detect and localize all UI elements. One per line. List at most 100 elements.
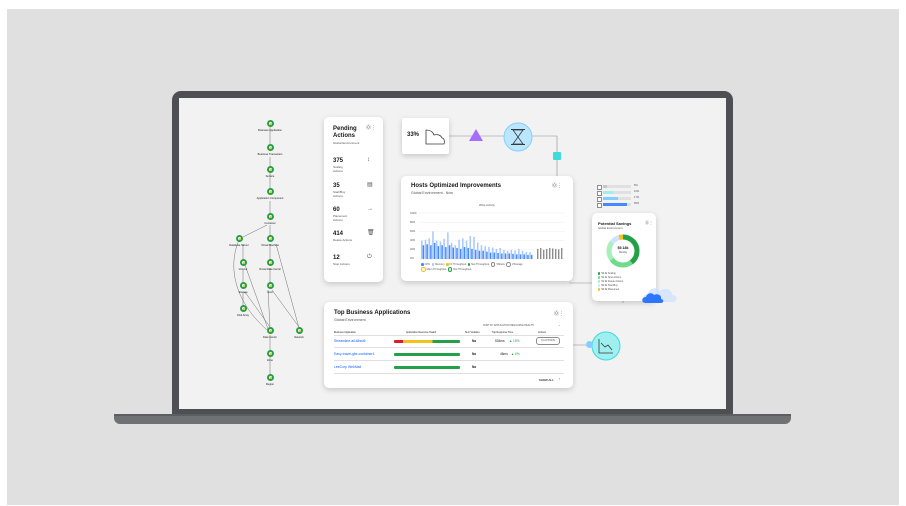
chart-bar	[458, 239, 460, 259]
chart-bar	[435, 240, 438, 259]
laptop-base	[114, 416, 791, 424]
hosts-bar-chart	[419, 212, 565, 260]
show-all-link[interactable]: SHOW ALL	[539, 378, 554, 382]
chart-bar	[510, 249, 513, 259]
chart-bar	[428, 238, 430, 259]
response-time: 534ms	[495, 339, 505, 343]
hosts-optimized-card: Hosts Optimized Improvements Global Envi…	[401, 176, 573, 281]
savings-legend-item: $0.9k Start/Buy	[598, 284, 618, 287]
chart-bar	[474, 249, 477, 259]
chart-bar-baseline	[540, 247, 542, 259]
connector-square	[553, 152, 561, 160]
column-header: Business Application	[334, 331, 356, 334]
chart-bar	[467, 247, 469, 259]
chart-bar	[512, 253, 514, 259]
chart-bar	[504, 253, 507, 259]
chart-bar	[516, 254, 518, 259]
savings-mini-bars: 8% 10% 17% 65%	[597, 184, 647, 208]
mini-bar-row: 17%	[597, 196, 647, 202]
health-bar	[394, 366, 460, 369]
chevron-down-icon[interactable]: ⌄	[558, 323, 561, 327]
chart-bar	[521, 250, 524, 259]
chart-bar	[447, 232, 449, 259]
legend-label: Start/Buy	[607, 284, 618, 287]
chart-bar	[432, 231, 434, 259]
y-tick: 0%	[410, 257, 414, 260]
chart-bar-baseline	[552, 248, 554, 259]
slo-violation: No	[472, 365, 477, 369]
chart-bar	[433, 242, 436, 259]
legend-label: Delete Actions	[607, 280, 624, 283]
chart-bar	[465, 240, 468, 259]
help-icon[interactable]: ⓪⋮	[552, 182, 562, 189]
chart-bar	[421, 240, 423, 259]
chart-bar	[488, 247, 490, 259]
help-icon[interactable]: ⓪⋮	[645, 220, 653, 226]
chart-bar	[441, 245, 443, 259]
cloud-icon	[642, 288, 677, 303]
cost-trend-icon	[591, 331, 621, 361]
chart-bar-baseline	[555, 248, 557, 259]
response-trend: ▲ 6%	[511, 352, 520, 356]
chart-bar	[426, 244, 428, 259]
utilization-card[interactable]: 33%	[402, 118, 449, 154]
checkbox-icon[interactable]	[597, 202, 602, 208]
app-link[interactable]: LeeCorp WebMail	[334, 365, 361, 369]
chart-bar	[422, 245, 425, 259]
chart-bar	[482, 250, 484, 259]
hosts-title: Hosts Optimized Improvements	[411, 183, 502, 189]
column-header: Actions	[538, 331, 546, 334]
sort-dropdown[interactable]: SORT BY APPLICATION RESOURCE HEALTH	[483, 324, 534, 327]
column-header: Top Response Time	[492, 331, 514, 334]
chart-bar	[437, 246, 440, 259]
chart-bar	[430, 245, 432, 259]
legend-label: Spot Actions	[607, 276, 622, 279]
y-tick: 80%	[410, 221, 416, 224]
chart-bar	[495, 248, 498, 259]
app-link[interactable]: Streamline-all-k8ssl6	[334, 339, 365, 343]
chart-bar	[424, 239, 427, 259]
checkbox-icon[interactable]	[597, 190, 602, 196]
y-tick: 40%	[410, 239, 416, 242]
mini-bar-track	[603, 191, 631, 194]
help-icon[interactable]: ⓪⋮	[554, 310, 564, 317]
savings-legend-item: $3.6k Scaling	[598, 272, 616, 275]
chart-bar	[523, 254, 525, 259]
hosts-subtitle: Global Environment - Now	[411, 191, 453, 195]
chart-bar	[439, 241, 442, 259]
savings-legend-item: $1.9k Delete Actions	[598, 280, 623, 283]
laptop-screen: Business Application Business Transactio…	[179, 98, 726, 409]
mini-bar-fill	[603, 191, 613, 194]
chart-bar	[497, 253, 499, 259]
chart-bar	[484, 246, 486, 259]
chart-bar	[491, 247, 494, 259]
chart-bar	[456, 247, 458, 259]
triangle-icon	[469, 129, 483, 141]
checkbox-icon[interactable]	[597, 184, 602, 190]
slo-violation: No	[472, 352, 477, 356]
legend-item: Net Throughput	[447, 267, 471, 272]
hourglass-icon	[503, 122, 533, 152]
savings-legend-item: $0.5k Placement	[598, 288, 619, 291]
chart-bar	[448, 245, 451, 259]
legend-item: IO Throughput	[445, 263, 466, 266]
chart-bar	[462, 238, 464, 259]
donut-center-value: $9.18k	[617, 246, 629, 250]
chart-bar	[450, 242, 453, 259]
mini-bar-track	[603, 185, 631, 188]
mini-bar-label: 17%	[634, 196, 640, 199]
cloud-outline-icon	[425, 129, 445, 145]
chart-bar	[473, 236, 475, 259]
app-link[interactable]: Easy-travel-gke-container1	[334, 352, 375, 356]
mini-bar-row: 8%	[597, 184, 647, 190]
health-bar	[394, 353, 460, 356]
chart-bar	[478, 250, 481, 259]
top-business-apps-card: Top Business Applications Global Environ…	[324, 302, 573, 388]
mini-bar-track	[603, 203, 631, 206]
chart-bar	[486, 251, 488, 259]
checkbox-icon[interactable]	[597, 196, 602, 202]
chart-bar-baseline	[543, 249, 545, 259]
legend-item: Net Throughput	[467, 263, 489, 266]
actions-button[interactable]: 16 ACTIONS	[536, 337, 560, 345]
savings-subtitle: Global Environment	[598, 226, 623, 230]
